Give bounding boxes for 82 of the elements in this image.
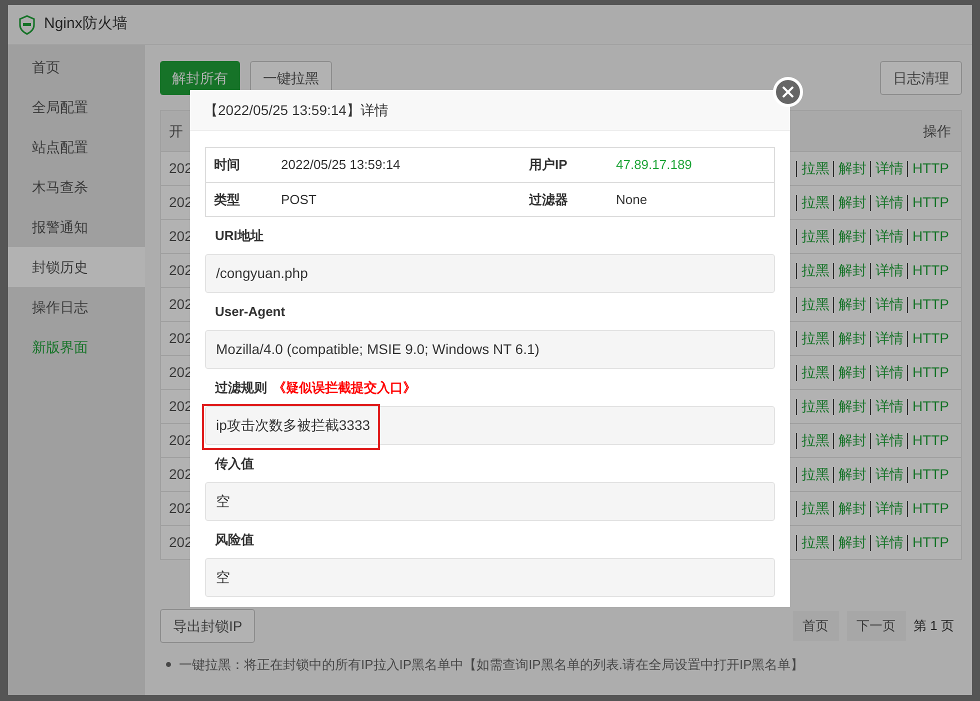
toolbar-button[interactable]: 解封所有 bbox=[160, 61, 240, 95]
note-text: 一键拉黑：将正在封锁中的所有IP拉入IP黑名单中【如需查询IP黑名单的列表.请在全局设置中打开IP黑名单】 bbox=[179, 656, 804, 674]
action-link[interactable]: HTTP bbox=[912, 532, 949, 553]
info-value: 2022/05/25 13:59:14 bbox=[281, 156, 402, 174]
shield-logo-icon bbox=[18, 14, 36, 34]
action-link[interactable]: 解封 bbox=[838, 260, 866, 281]
info-label: 用户IP bbox=[528, 156, 568, 174]
info-label: 类型 bbox=[212, 190, 241, 209]
page-indicator: 第 1 页 bbox=[914, 617, 954, 636]
action-link[interactable]: 详情 bbox=[875, 430, 904, 451]
action-link[interactable]: 详情 bbox=[875, 464, 904, 485]
action-link[interactable]: HTTP bbox=[912, 226, 949, 247]
action-link[interactable]: 解封 bbox=[838, 498, 866, 519]
info-value: 47.89.17.189 bbox=[616, 156, 693, 174]
action-link[interactable]: 解封 bbox=[838, 362, 866, 383]
sidebar-item[interactable]: 封锁历史 bbox=[8, 247, 145, 287]
action-link[interactable]: 拉黑 bbox=[801, 532, 830, 553]
action-link[interactable]: 拉黑 bbox=[801, 396, 830, 417]
action-link[interactable]: 解封 bbox=[838, 430, 866, 451]
section-label: 过滤规则 bbox=[215, 378, 267, 397]
action-link[interactable]: 详情 bbox=[875, 226, 904, 247]
action-link[interactable]: 解封 bbox=[838, 294, 866, 315]
info-value: POST bbox=[281, 190, 318, 209]
action-link[interactable]: 解封 bbox=[838, 396, 866, 417]
action-link[interactable]: 详情 bbox=[875, 158, 904, 179]
action-link[interactable]: 详情 bbox=[875, 396, 904, 417]
action-link[interactable]: 拉黑 bbox=[801, 226, 830, 247]
section-label: User-Agent bbox=[215, 302, 286, 321]
section-label: 风险值 bbox=[215, 530, 254, 549]
clear-log-button[interactable]: 日志清理 bbox=[880, 61, 962, 95]
action-link[interactable]: 拉黑 bbox=[801, 498, 830, 519]
action-link[interactable]: 详情 bbox=[875, 498, 904, 519]
action-link[interactable]: HTTP bbox=[912, 430, 949, 451]
column-header: 操作 bbox=[923, 122, 952, 140]
action-link[interactable]: HTTP bbox=[912, 294, 949, 315]
action-link[interactable]: 拉黑 bbox=[801, 328, 830, 349]
info-label: 时间 bbox=[213, 156, 241, 174]
action-link[interactable]: 详情 bbox=[875, 192, 904, 213]
action-link[interactable]: 详情 bbox=[875, 532, 904, 553]
action-link[interactable]: HTTP bbox=[912, 396, 949, 417]
action-link[interactable]: 详情 bbox=[875, 328, 904, 349]
action-link[interactable]: 拉黑 bbox=[801, 362, 830, 383]
action-link[interactable]: 解封 bbox=[838, 192, 866, 213]
action-link[interactable]: 解封 bbox=[838, 532, 866, 553]
section-label: URI地址 bbox=[215, 226, 264, 245]
action-link[interactable]: HTTP bbox=[912, 464, 949, 485]
action-link[interactable]: 解封 bbox=[838, 328, 866, 349]
value-field: 空 bbox=[205, 558, 775, 597]
value-field: 空 bbox=[205, 482, 775, 521]
dialog-title: 【2022/05/25 13:59:14】详情 bbox=[204, 100, 388, 120]
action-link[interactable]: 详情 bbox=[875, 294, 904, 315]
action-link[interactable]: HTTP bbox=[912, 260, 949, 281]
section-label: 传入值 bbox=[215, 454, 254, 473]
action-link[interactable]: HTTP bbox=[912, 328, 949, 349]
action-link[interactable]: HTTP bbox=[912, 192, 949, 213]
column-header: 开 bbox=[169, 122, 183, 140]
action-link[interactable]: 拉黑 bbox=[801, 158, 830, 179]
action-link[interactable]: 拉黑 bbox=[801, 192, 830, 213]
action-link[interactable]: 解封 bbox=[838, 158, 866, 179]
export-button[interactable]: 导出封锁IP bbox=[160, 609, 256, 643]
action-link[interactable]: 拉黑 bbox=[801, 430, 830, 451]
next-page-button[interactable]: 下一页 bbox=[846, 611, 906, 641]
action-link[interactable]: 拉黑 bbox=[801, 294, 830, 315]
value-field: /congyuan.php bbox=[205, 254, 775, 293]
first-page-button[interactable]: 首页 bbox=[792, 611, 839, 641]
action-link[interactable]: HTTP bbox=[912, 158, 949, 179]
action-link[interactable]: 拉黑 bbox=[801, 260, 830, 281]
report-link[interactable]: 《疑似误拦截提交入口》 bbox=[273, 378, 416, 398]
action-link[interactable]: 详情 bbox=[875, 260, 904, 281]
value-field: ip攻击次数多被拦截3333 bbox=[205, 406, 775, 445]
action-link[interactable]: 拉黑 bbox=[801, 464, 830, 485]
info-value: None bbox=[616, 190, 648, 209]
info-label: 过滤器 bbox=[528, 190, 569, 209]
bullet-icon bbox=[166, 662, 171, 668]
value-field: Mozilla/4.0 (compatible; MSIE 9.0; Windows NT 6.1) bbox=[205, 330, 775, 369]
action-link[interactable]: HTTP bbox=[912, 362, 949, 383]
action-link[interactable]: HTTP bbox=[912, 498, 949, 519]
close-icon bbox=[782, 86, 794, 98]
window-title: Nginx防火墙 bbox=[44, 14, 128, 34]
action-link[interactable]: 详情 bbox=[875, 362, 904, 383]
action-link[interactable]: 解封 bbox=[838, 226, 866, 247]
action-link[interactable]: 解封 bbox=[838, 464, 866, 485]
